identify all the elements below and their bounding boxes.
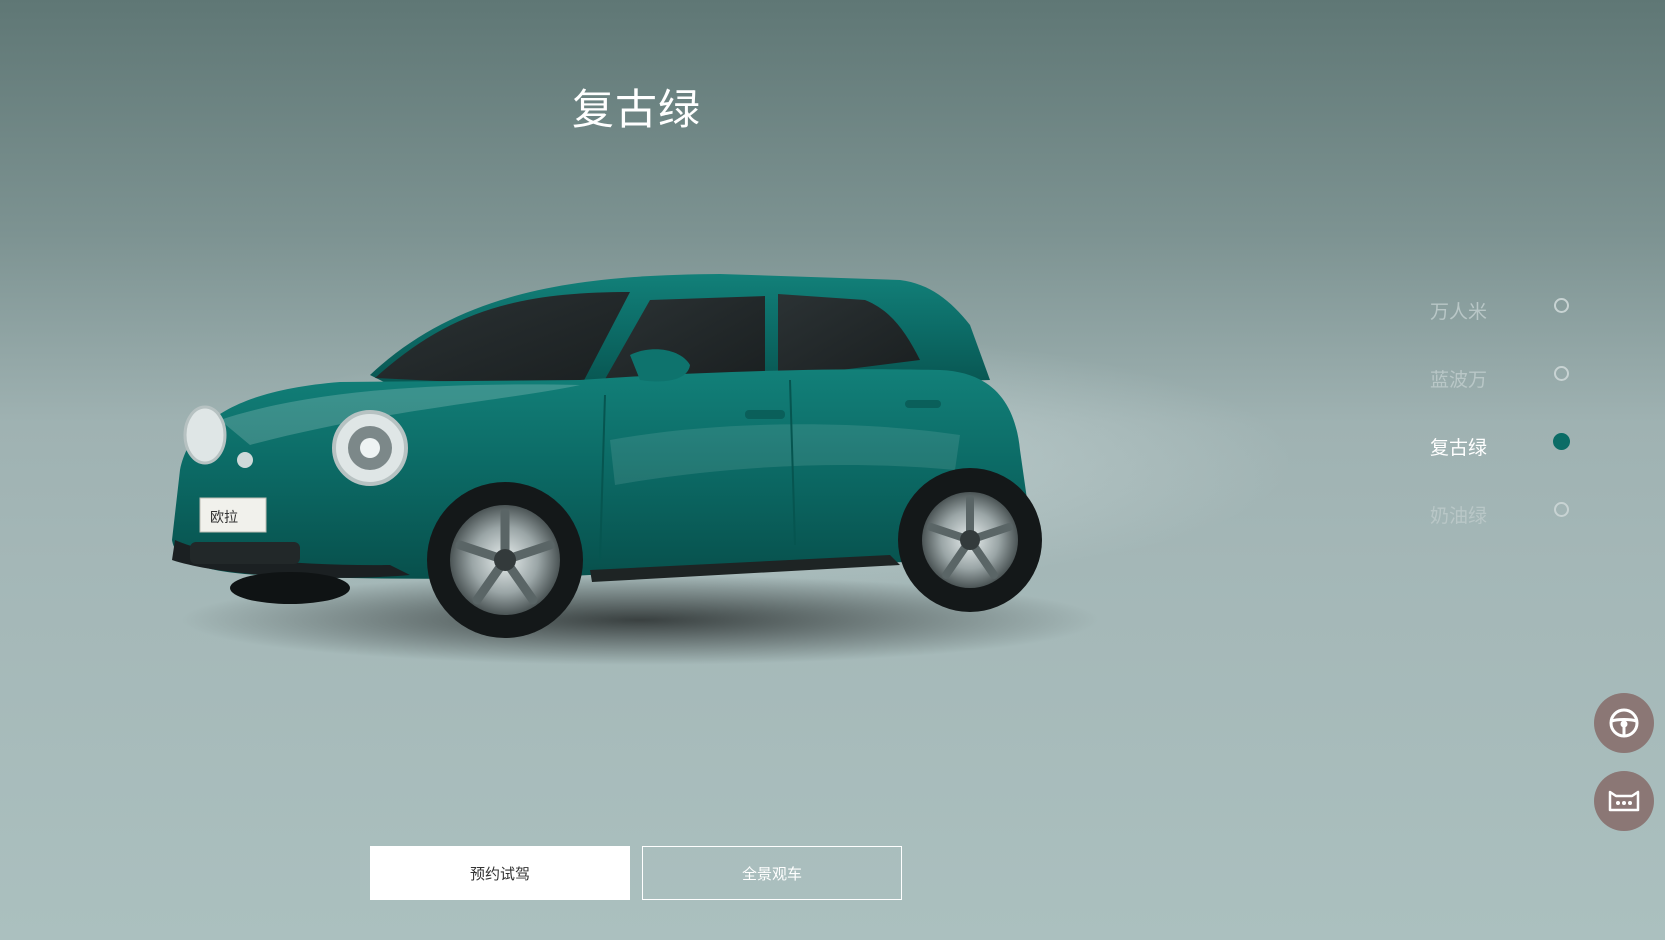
plate-badge-text: 欧拉 — [210, 510, 238, 526]
color-option-fugulv[interactable]: 复古绿 — [1420, 426, 1580, 494]
panorama-view-button[interactable]: 全景观车 — [642, 846, 902, 900]
car-image: 欧拉 — [160, 270, 1110, 690]
color-selector: 万人米 蓝波万 复古绿 奶油绿 — [1420, 290, 1580, 562]
color-option-wanrenmi[interactable]: 万人米 — [1420, 290, 1580, 358]
color-option-lanbowan[interactable]: 蓝波万 — [1420, 358, 1580, 426]
radio-dot-icon[interactable] — [1554, 366, 1569, 381]
steering-wheel-icon — [1609, 708, 1639, 738]
color-option-label: 奶油绿 — [1430, 505, 1488, 527]
color-option-label: 复古绿 — [1430, 437, 1488, 459]
chat-bot-icon — [1608, 790, 1640, 812]
radio-dot-icon[interactable] — [1554, 298, 1569, 313]
car-configurator-stage: 复古绿 欧拉 万人米 蓝波万 复古绿 奶油绿 预约试驾 全景观车 — [0, 0, 1665, 940]
chat-float-button[interactable] — [1594, 771, 1654, 831]
selected-color-title: 复古绿 — [572, 85, 702, 134]
color-option-label: 蓝波万 — [1430, 369, 1488, 391]
radio-dot-selected-icon[interactable] — [1553, 433, 1570, 450]
book-test-drive-button[interactable]: 预约试驾 — [370, 846, 630, 900]
radio-dot-icon[interactable] — [1554, 502, 1569, 517]
test-drive-float-button[interactable] — [1594, 693, 1654, 753]
color-option-label: 万人米 — [1430, 301, 1488, 323]
color-option-naiyoulv[interactable]: 奶油绿 — [1420, 494, 1580, 562]
